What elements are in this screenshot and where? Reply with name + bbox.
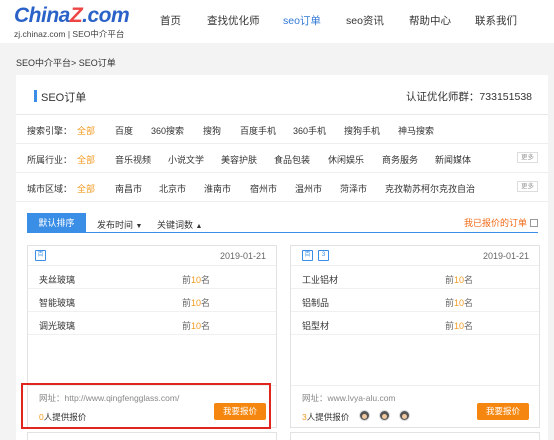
sort-by-time-button[interactable]: 发布时间 ▼ xyxy=(97,218,142,231)
filter-industry-entertainment[interactable]: 休闲娱乐 xyxy=(328,153,364,166)
filter-industry-food-packaging[interactable]: 食品包装 xyxy=(274,153,310,166)
filter-region-wenzhou[interactable]: 温州市 xyxy=(295,182,322,195)
keyword-row: 夹丝玻璃 前10名 xyxy=(28,266,276,289)
order-card-partial xyxy=(290,432,540,440)
keyword-row: 工业铝材 前10名 xyxy=(291,266,539,289)
filter-region-more-button[interactable]: 更多 xyxy=(517,181,538,192)
keyword-rank: 前10名 xyxy=(445,298,474,308)
optimizer-avatar[interactable] xyxy=(379,410,390,421)
order-card-partial xyxy=(27,432,277,440)
filter-engine-all[interactable]: 全部 xyxy=(77,124,95,137)
logo-subtitle: zj.chinaz.com | SEO中介平台 xyxy=(14,29,125,39)
filter-region-all[interactable]: 全部 xyxy=(77,182,95,195)
logo-wordmark: ChinaZ.com xyxy=(14,4,130,27)
keyword-name: 智能玻璃 xyxy=(39,298,76,308)
card-header: 百 3 2019-01-21 xyxy=(291,246,539,266)
keyword-rank: 前10名 xyxy=(445,275,474,285)
keyword-rank: 前10名 xyxy=(182,298,211,308)
card-date: 2019-01-21 xyxy=(219,251,266,261)
filter-industry-news-media[interactable]: 新闻媒体 xyxy=(435,153,471,166)
keyword-name: 夹丝玻璃 xyxy=(39,275,76,285)
optimizer-group-info: 认证优化师群：733151538 xyxy=(405,91,532,103)
filter-engine-baidu[interactable]: 百度 xyxy=(115,124,133,137)
my-quoted-orders-checkbox[interactable] xyxy=(530,219,538,227)
nav-home[interactable]: 首页 xyxy=(160,13,181,28)
order-site-url: 网址：www.lvya-alu.com xyxy=(302,393,396,403)
sort-by-keywords-button[interactable]: 关键词数 ▲ xyxy=(157,218,202,231)
nav-contact[interactable]: 联系我们 xyxy=(475,13,517,28)
highlight-box xyxy=(21,383,271,429)
keyword-rank: 前10名 xyxy=(182,321,211,331)
page-title: SEO订单 xyxy=(41,92,87,104)
keyword-row: 调光玻璃 前10名 xyxy=(28,312,276,335)
sort-bar: 默认排序 发布时间 ▼ 关键词数 ▲ 我已报价的订单 xyxy=(27,213,538,233)
filter-engine-row: 搜索引擎： 全部 百度 360搜索 搜狗 百度手机 360手机 搜狗手机 神马搜… xyxy=(16,115,548,144)
filter-industry-business[interactable]: 商务服务 xyxy=(382,153,418,166)
filter-region-label: 城市区域： xyxy=(27,184,73,194)
filter-industry-novel[interactable]: 小说文学 xyxy=(168,153,204,166)
filter-engine-360[interactable]: 360搜索 xyxy=(151,124,184,137)
quote-count: 3人提供报价 xyxy=(302,412,350,422)
keyword-name: 调光玻璃 xyxy=(39,321,76,331)
filter-engine-baidu-mobile[interactable]: 百度手机 xyxy=(240,124,276,137)
nav-seo-orders[interactable]: seo订单 xyxy=(283,13,321,28)
sort-by-keywords-label: 关键词数 xyxy=(157,220,194,230)
filter-industry-music-video[interactable]: 音乐视频 xyxy=(115,153,151,166)
filter-industry-beauty[interactable]: 美容护肤 xyxy=(221,153,257,166)
panel-title-row: SEO订单 认证优化师群：733151538 xyxy=(16,75,548,115)
title-accent-bar xyxy=(34,90,37,102)
card-header: 百 2019-01-21 xyxy=(28,246,276,266)
keyword-row: 铝制品 前10名 xyxy=(291,289,539,312)
order-card: 百 3 2019-01-21 工业铝材 前10名 铝制品 前10名 铝型材 前1… xyxy=(290,245,540,428)
keyword-name: 铝制品 xyxy=(302,298,330,308)
caret-up-icon: ▲ xyxy=(195,223,203,230)
breadcrumb[interactable]: SEO中介平台> SEO订单 xyxy=(16,56,116,69)
caret-down-icon: ▼ xyxy=(135,223,143,230)
filter-industry-more-button[interactable]: 更多 xyxy=(517,152,538,163)
filter-region-beijing[interactable]: 北京市 xyxy=(159,182,186,195)
sort-default-button[interactable]: 默认排序 xyxy=(27,213,86,233)
filter-engine-sogou-mobile[interactable]: 搜狗手机 xyxy=(344,124,380,137)
filter-region-heze[interactable]: 菏泽市 xyxy=(340,182,367,195)
card-footer: 网址：www.lvya-alu.com 3人提供报价 我要报价 xyxy=(291,385,539,427)
my-quoted-orders-label: 我已报价的订单 xyxy=(463,218,527,228)
chinaz-logo[interactable]: ChinaZ.com zj.chinaz.com | SEO中介平台 xyxy=(14,4,130,40)
nav-find-optimizer[interactable]: 查找优化师 xyxy=(207,13,260,28)
filter-industry-row: 所属行业： 全部 音乐视频 小说文学 美容护肤 食品包装 休闲娱乐 商务服务 新… xyxy=(16,144,548,173)
baidu-engine-icon: 百 xyxy=(302,250,313,261)
keyword-rank: 前10名 xyxy=(182,275,211,285)
sort-by-time-label: 发布时间 xyxy=(97,220,134,230)
filter-region-huainan[interactable]: 淮南市 xyxy=(204,182,231,195)
baidu-engine-icon: 百 xyxy=(35,250,46,261)
optimizer-avatar[interactable] xyxy=(359,410,370,421)
filter-engine-shenma[interactable]: 神马搜索 xyxy=(398,124,434,137)
my-quoted-orders-toggle[interactable]: 我已报价的订单 xyxy=(464,216,538,229)
filter-region-nanchang[interactable]: 南昌市 xyxy=(115,182,142,195)
filter-industry-label: 所属行业： xyxy=(27,155,73,165)
filter-engine-label: 搜索引擎： xyxy=(27,126,73,136)
keyword-row: 铝型材 前10名 xyxy=(291,312,539,335)
keyword-name: 工业铝材 xyxy=(302,275,339,285)
nav-seo-news[interactable]: seo资讯 xyxy=(346,13,384,28)
filter-engine-sogou[interactable]: 搜狗 xyxy=(203,124,221,137)
keyword-name: 铝型材 xyxy=(302,321,330,331)
nav-help-center[interactable]: 帮助中心 xyxy=(409,13,451,28)
optimizer-avatar[interactable] xyxy=(399,410,410,421)
card-date: 2019-01-21 xyxy=(482,251,529,261)
keyword-rank: 前10名 xyxy=(445,321,474,331)
filter-region-suzhou[interactable]: 宿州市 xyxy=(250,182,277,195)
filter-engine-360-mobile[interactable]: 360手机 xyxy=(293,124,326,137)
site-header: ChinaZ.com zj.chinaz.com | SEO中介平台 首页 查找… xyxy=(0,0,554,43)
filter-region-kizilsu[interactable]: 克孜勒苏柯尔克孜自治 xyxy=(385,182,475,195)
bid-button[interactable]: 我要报价 xyxy=(477,403,529,420)
filter-region-row: 城市区域： 全部 南昌市 北京市 淮南市 宿州市 温州市 菏泽市 克孜勒苏柯尔克… xyxy=(16,173,548,202)
360-engine-icon: 3 xyxy=(318,250,329,261)
keyword-row: 智能玻璃 前10名 xyxy=(28,289,276,312)
filter-industry-all[interactable]: 全部 xyxy=(77,153,95,166)
